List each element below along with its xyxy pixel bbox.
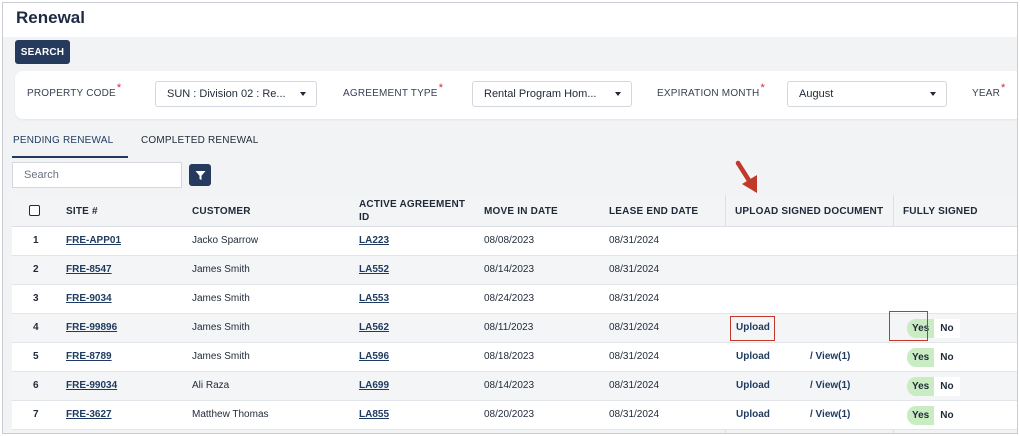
fully-signed-toggle[interactable]: Yes No [907,348,960,367]
agreement-link[interactable]: LA855 [359,409,389,420]
view-link[interactable]: / View(1) [810,409,850,420]
col-lease-end-date: LEASE END DATE [609,206,699,217]
upload-link[interactable]: Upload [736,409,770,420]
customer-name: James Smith [192,322,250,333]
tab-pending-renewal[interactable]: PENDING RENEWAL [13,135,113,146]
move-in-date: 08/20/2023 [484,409,535,420]
annotation-arrow-icon [735,160,757,193]
row-number: 7 [33,409,39,420]
renewal-window: Renewal SEARCH PROPERTY CODE* SUN : Divi… [2,2,1018,434]
no-option[interactable]: No [934,348,960,367]
yes-highlight-box [889,311,928,341]
col-customer: CUSTOMER [192,206,251,217]
lease-end-date: 08/31/2024 [609,322,660,333]
active-tab-indicator [12,156,128,158]
move-in-date: 08/18/2023 [484,351,535,362]
col-fully-signed: FULLY SIGNED [903,206,978,217]
move-in-date: 08/24/2023 [484,293,535,304]
year-label: YEAR* [972,82,1006,99]
select-all-checkbox[interactable] [29,205,40,216]
customer-name: James Smith [192,293,250,304]
customer-name: Matthew Thomas [192,409,269,420]
no-option[interactable]: No [934,377,960,396]
chevron-down-icon [615,92,621,96]
yes-option[interactable]: Yes [907,377,935,396]
table-header: SITE # CUSTOMER ACTIVE AGREEMENT ID MOVE … [12,195,1017,227]
lease-end-date: 08/31/2024 [609,293,660,304]
site-link[interactable]: FRE-APP01 [66,235,121,246]
property-code-label: PROPERTY CODE* [27,82,122,99]
chevron-down-icon [300,92,306,96]
row-number: 2 [33,264,39,275]
table-row: 6 FRE-99034 Ali Raza LA699 08/14/2023 08… [12,372,1017,401]
property-code-select[interactable]: SUN : Division 02 : Re... [155,81,317,107]
customer-name: Jacko Sparrow [192,235,259,246]
site-link[interactable]: FRE-99034 [66,380,117,391]
col-move-in-date: MOVE IN DATE [484,206,558,217]
move-in-date: 08/08/2023 [484,235,535,246]
agreement-link[interactable]: LA596 [359,351,389,362]
expiration-month-select[interactable]: August [787,81,947,107]
filter-panel: PROPERTY CODE* SUN : Division 02 : Re...… [15,71,1017,119]
lease-end-date: 08/31/2024 [609,380,660,391]
upload-link[interactable]: Upload [736,351,770,362]
site-link[interactable]: FRE-3627 [66,409,112,420]
upload-link[interactable]: Upload [736,380,770,391]
row-number: 6 [33,380,39,391]
fully-signed-toggle[interactable]: Yes No [907,377,960,396]
customer-name: James Smith [192,264,250,275]
agreement-link[interactable]: LA562 [359,322,389,333]
table-row: 5 FRE-8789 James Smith LA596 08/18/2023 … [12,343,1017,372]
lease-end-date: 08/31/2024 [609,235,660,246]
filter-button[interactable] [189,164,211,186]
row-number: 4 [33,322,39,333]
filter-icon [195,170,205,180]
lease-end-date: 08/31/2024 [609,351,660,362]
search-input[interactable]: Search [12,162,182,188]
search-button[interactable]: SEARCH [15,40,70,64]
agreement-link[interactable]: LA223 [359,235,389,246]
site-link[interactable]: FRE-99896 [66,322,117,333]
yes-option[interactable]: Yes [907,406,935,425]
no-option[interactable]: No [934,319,960,338]
agreement-link[interactable]: LA553 [359,293,389,304]
agreement-type-label: AGREEMENT TYPE* [343,82,444,99]
table-row: 4 FRE-99896 James Smith LA562 08/11/2023… [12,314,1017,343]
agreement-link[interactable]: LA552 [359,264,389,275]
agreement-type-select[interactable]: Rental Program Hom... [472,81,632,107]
row-number: 1 [33,235,39,246]
view-link[interactable]: / View(1) [810,351,850,362]
table-row: 1 FRE-APP01 Jacko Sparrow LA223 08/08/20… [12,227,1017,256]
page-header: Renewal [3,3,1017,37]
agreement-link[interactable]: LA699 [359,380,389,391]
site-link[interactable]: FRE-8547 [66,264,112,275]
col-site: SITE # [66,206,98,217]
row-number: 5 [33,351,39,362]
lease-end-date: 08/31/2024 [609,409,660,420]
chevron-down-icon [930,92,936,96]
col-active-agreement: ACTIVE AGREEMENT ID [359,199,466,223]
move-in-date: 08/14/2023 [484,380,535,391]
expiration-month-label: EXPIRATION MONTH* [657,82,765,99]
lease-end-date: 08/31/2024 [609,264,660,275]
no-option[interactable]: No [934,406,960,425]
fully-signed-toggle[interactable]: Yes No [907,406,960,425]
customer-name: Ali Raza [192,380,230,391]
page-title: Renewal [16,8,85,27]
site-link[interactable]: FRE-8789 [66,351,112,362]
view-link[interactable]: / View(1) [810,380,850,391]
customer-name: James Smith [192,351,250,362]
yes-option[interactable]: Yes [907,348,935,367]
move-in-date: 08/14/2023 [484,264,535,275]
tab-completed-renewal[interactable]: COMPLETED RENEWAL [141,135,259,146]
move-in-date: 08/11/2023 [484,322,534,333]
col-upload-signed-document: UPLOAD SIGNED DOCUMENT [735,206,884,217]
site-link[interactable]: FRE-9034 [66,293,112,304]
row-number: 3 [33,293,39,304]
table-row: 7 FRE-3627 Matthew Thomas LA855 08/20/20… [12,401,1017,430]
table-row: 3 FRE-9034 James Smith LA553 08/24/2023 … [12,285,1017,314]
upload-highlight-box [730,316,775,341]
table-row: 2 FRE-8547 James Smith LA552 08/14/2023 … [12,256,1017,285]
